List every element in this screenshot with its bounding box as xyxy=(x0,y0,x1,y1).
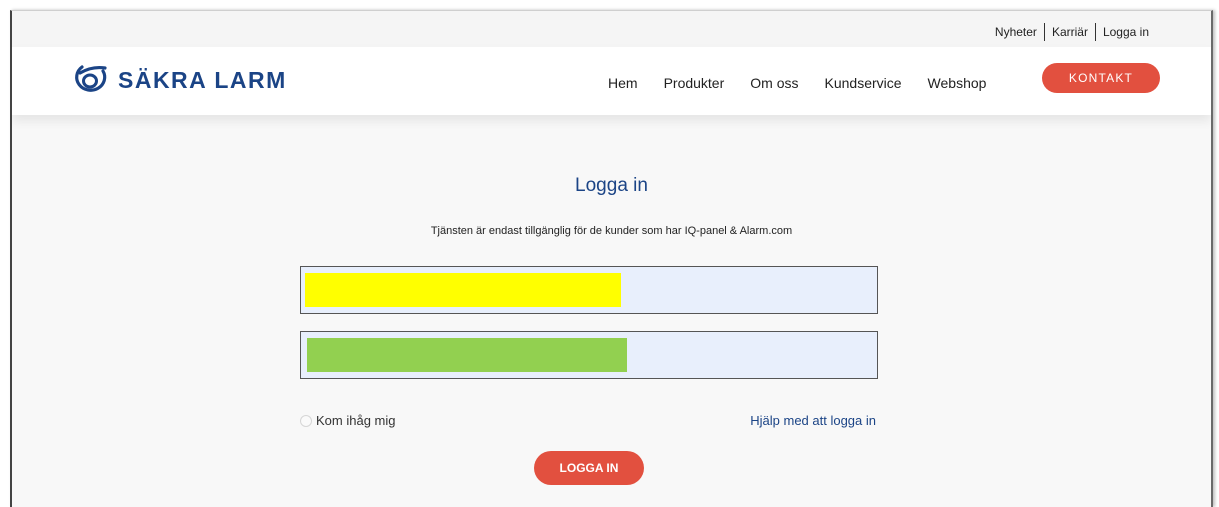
contact-button[interactable]: KONTAKT xyxy=(1042,63,1160,93)
nav-item-hem[interactable]: Hem xyxy=(608,75,638,91)
link-logga-in[interactable]: Logga in xyxy=(1103,25,1149,39)
browser-frame: Nyheter Karriär Logga in SÄKRA LARM Hem … xyxy=(10,10,1213,507)
top-utility-bar: Nyheter Karriär Logga in xyxy=(12,11,1211,47)
nav-item-om-oss[interactable]: Om oss xyxy=(750,75,798,91)
link-karriar[interactable]: Karriär xyxy=(1052,25,1088,39)
site-header: SÄKRA LARM Hem Produkter Om oss Kundserv… xyxy=(12,47,1211,115)
login-subtitle: Tjänsten är endast tillgänglig för de ku… xyxy=(430,225,793,237)
main-nav: Hem Produkter Om oss Kundservice Webshop xyxy=(608,75,986,91)
username-redaction xyxy=(305,273,621,307)
nav-item-kundservice[interactable]: Kundservice xyxy=(825,75,902,91)
brand-name: SÄKRA LARM xyxy=(118,66,287,93)
brand-logo[interactable]: SÄKRA LARM xyxy=(72,63,287,97)
nav-item-produkter[interactable]: Produkter xyxy=(664,75,725,91)
utility-divider xyxy=(1043,23,1045,41)
nav-item-webshop[interactable]: Webshop xyxy=(928,75,987,91)
brand-logo-icon xyxy=(75,65,107,92)
page-title: Logga in xyxy=(575,175,648,196)
login-section: Logga in Tjänsten är endast tillgänglig … xyxy=(12,115,1211,507)
login-button[interactable]: LOGGA IN xyxy=(534,451,644,485)
remember-me-radio[interactable] xyxy=(300,414,312,427)
utility-divider xyxy=(1094,23,1096,41)
remember-me[interactable]: Kom ihåg mig xyxy=(300,413,395,428)
remember-me-label: Kom ihåg mig xyxy=(316,413,396,428)
password-redaction xyxy=(307,338,627,372)
utility-links: Nyheter Karriär Logga in xyxy=(995,23,1149,41)
username-input[interactable] xyxy=(300,266,878,314)
password-input[interactable] xyxy=(300,331,878,379)
help-login-link[interactable]: Hjälp med att logga in xyxy=(750,413,876,428)
link-nyheter[interactable]: Nyheter xyxy=(995,25,1037,39)
